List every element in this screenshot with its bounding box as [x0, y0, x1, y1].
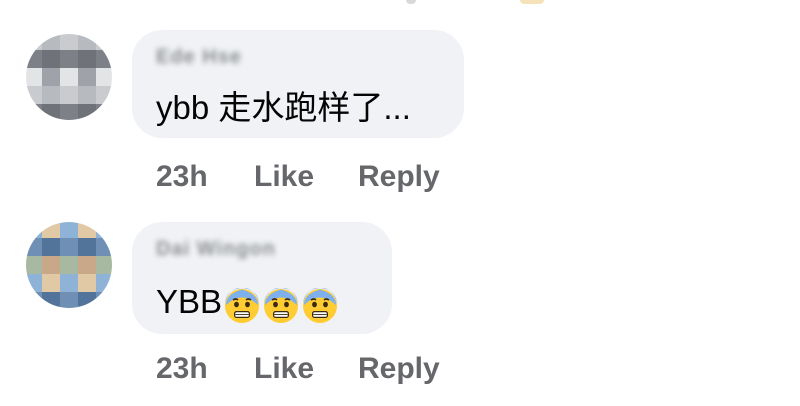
avatar-pixel — [96, 68, 112, 86]
avatar-pixel — [96, 274, 112, 292]
like-button[interactable]: Like — [254, 160, 314, 194]
avatar-pixel — [26, 68, 42, 86]
avatar-pixel — [42, 104, 60, 120]
emoji-row — [224, 284, 341, 324]
comment-text-value: YBB — [156, 283, 223, 320]
comment-author[interactable]: Ede Hse — [156, 46, 242, 69]
comment-author[interactable]: Dai Wingon — [156, 238, 276, 261]
avatar-pixel — [26, 222, 42, 238]
comment-time[interactable]: 23h — [156, 352, 208, 386]
avatar-pixel — [42, 34, 60, 50]
anguished-face-icon — [225, 288, 260, 324]
anguished-face-icon — [264, 288, 299, 324]
avatar-pixel — [26, 292, 42, 308]
avatar-pixel — [60, 50, 78, 68]
avatar-pixel — [26, 104, 42, 120]
reply-button[interactable]: Reply — [358, 352, 440, 386]
avatar-pixel — [96, 104, 112, 120]
avatar[interactable] — [26, 34, 112, 120]
avatar-pixel — [42, 256, 60, 274]
avatar-pixel — [60, 274, 78, 292]
avatar-pixel — [78, 50, 96, 68]
avatar-pixel — [96, 222, 112, 238]
avatar-pixel — [42, 68, 60, 86]
avatar-pixel — [60, 68, 78, 86]
avatar-pixel — [78, 104, 96, 120]
avatar-pixel — [60, 34, 78, 50]
avatar-pixel — [96, 50, 112, 68]
avatar-pixel — [96, 34, 112, 50]
avatar-pixel — [26, 86, 42, 104]
avatar-pixel — [26, 50, 42, 68]
avatar-pixel — [26, 238, 42, 256]
avatar-pixel — [42, 274, 60, 292]
comment-bubble: Ede Hse ybb 走水跑样了... — [132, 30, 464, 138]
avatar-pixel — [78, 256, 96, 274]
top-edge — [0, 0, 800, 8]
avatar-pixel — [60, 238, 78, 256]
avatar-pixel — [42, 292, 60, 308]
avatar-pixel — [60, 256, 78, 274]
avatar-pixel — [60, 222, 78, 238]
comment-text: ybb 走水跑样了... — [156, 89, 411, 126]
avatar-pixel — [96, 238, 112, 256]
avatar-pixel — [78, 274, 96, 292]
avatar-pixel — [26, 34, 42, 50]
avatar-pixel — [42, 222, 60, 238]
cropped-reaction-icon — [520, 0, 544, 4]
anguished-face-icon — [303, 288, 338, 324]
avatar[interactable] — [26, 222, 112, 308]
avatar-pixel — [42, 86, 60, 104]
avatar-pixel — [42, 50, 60, 68]
avatar-pixel — [60, 86, 78, 104]
like-button[interactable]: Like — [254, 352, 314, 386]
comment-bubble: Dai Wingon YBB — [132, 222, 392, 334]
avatar-pixel — [60, 292, 78, 308]
avatar-pixel — [96, 86, 112, 104]
avatar-pixel — [96, 256, 112, 274]
avatar-pixel — [78, 222, 96, 238]
avatar-pixel — [78, 34, 96, 50]
avatar-pixel — [60, 104, 78, 120]
avatar-pixel — [78, 292, 96, 308]
avatar-pixel — [26, 274, 42, 292]
avatar-pixel — [78, 238, 96, 256]
comment-text: YBB — [156, 282, 341, 324]
avatar-pixel — [78, 68, 96, 86]
avatar-pixel — [78, 86, 96, 104]
avatar-pixel — [42, 238, 60, 256]
comment-time[interactable]: 23h — [156, 160, 208, 194]
reply-button[interactable]: Reply — [358, 160, 440, 194]
avatar-pixel — [96, 292, 112, 308]
cropped-icon — [406, 0, 416, 4]
avatar-pixel — [26, 256, 42, 274]
